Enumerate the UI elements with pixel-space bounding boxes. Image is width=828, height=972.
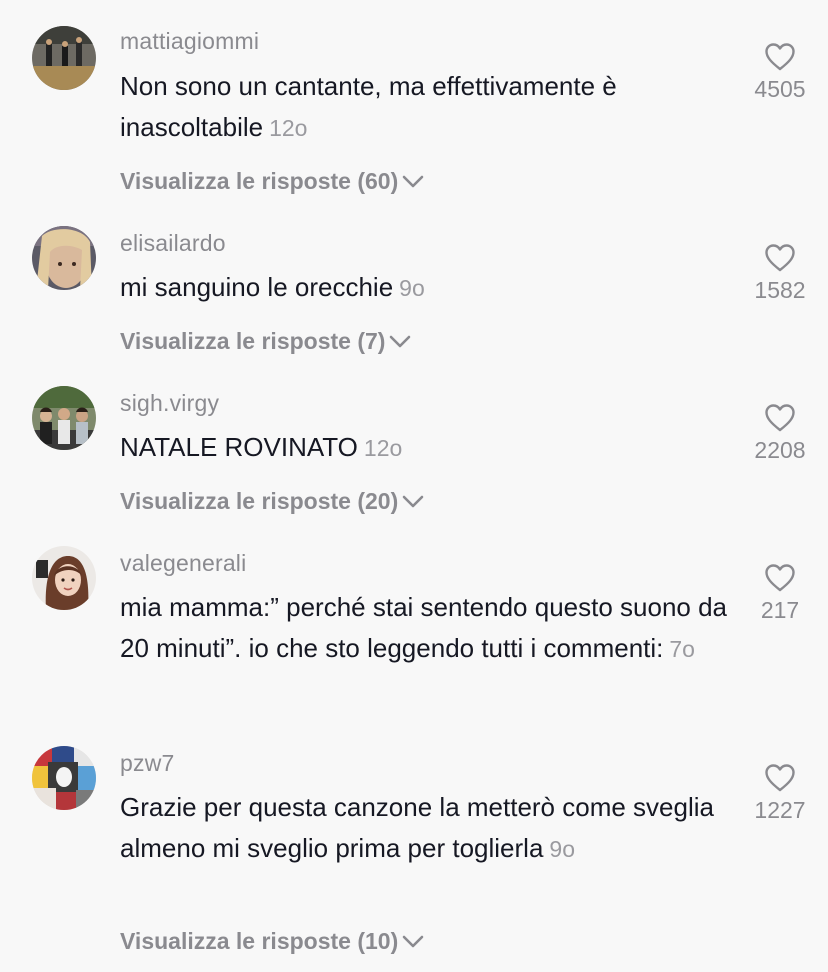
avatar[interactable] [32, 546, 96, 610]
comment-body: Grazie per questa canzone la metterò com… [120, 792, 714, 863]
avatar[interactable] [32, 226, 96, 290]
view-replies-button[interactable]: Visualizza le risposte (7) [120, 328, 411, 355]
comment-body: NATALE ROVINATO [120, 432, 358, 462]
like-button[interactable]: 2208 [740, 403, 820, 464]
heart-outline-icon [740, 403, 820, 433]
comment-text: Grazie per questa canzone la metterò com… [120, 787, 730, 870]
view-replies-label: Visualizza le risposte (10) [120, 928, 399, 954]
like-button[interactable]: 1582 [740, 243, 820, 304]
comment-timestamp: 12o [269, 115, 308, 141]
avatar[interactable] [32, 746, 96, 810]
comment-timestamp: 9o [399, 275, 425, 301]
like-count: 217 [760, 597, 800, 623]
comment-body: mi sanguino le orecchie [120, 272, 394, 302]
comment-text: NATALE ROVINATO 12o [120, 427, 730, 469]
comment-timestamp: 9o [549, 836, 575, 862]
avatar[interactable] [32, 386, 96, 450]
like-count: 2208 [754, 437, 806, 463]
comment-text: Non sono un cantante, ma effettivamente … [120, 66, 730, 149]
view-replies-label: Visualizza le risposte (7) [120, 328, 386, 354]
comment-timestamp: 7o [669, 636, 695, 662]
comment-text: mia mamma:” perché stai sentendo questo … [120, 587, 730, 670]
view-replies-button[interactable]: Visualizza le risposte (60) [120, 168, 424, 195]
comment-timestamp: 12o [363, 435, 403, 461]
comment-text: mi sanguino le orecchie 9o [120, 267, 730, 309]
chevron-down-icon [402, 928, 424, 955]
like-count: 4505 [754, 76, 806, 102]
view-replies-label: Visualizza le risposte (60) [120, 168, 399, 194]
heart-outline-icon [740, 243, 820, 273]
comment-username[interactable]: sigh.virgy [120, 390, 219, 417]
comment-username[interactable]: valegenerali [120, 550, 246, 577]
like-button[interactable]: 4505 [740, 42, 820, 103]
comment-body: Non sono un cantante, ma effettivamente … [120, 71, 617, 142]
heart-outline-icon [740, 763, 820, 793]
view-replies-label: Visualizza le risposte (20) [120, 488, 399, 514]
comment-body: mia mamma:” perché stai sentendo questo … [120, 592, 728, 663]
like-count: 1227 [754, 797, 806, 823]
comment-username[interactable]: pzw7 [120, 750, 175, 777]
like-button[interactable]: 1227 [740, 763, 820, 824]
heart-outline-icon [740, 563, 820, 593]
avatar[interactable] [32, 26, 96, 90]
heart-outline-icon [740, 42, 820, 72]
view-replies-button[interactable]: Visualizza le risposte (20) [120, 488, 424, 515]
like-button[interactable]: 217 [740, 563, 820, 624]
chevron-down-icon [402, 168, 424, 195]
view-replies-button[interactable]: Visualizza le risposte (10) [120, 928, 424, 955]
chevron-down-icon [402, 488, 424, 515]
chevron-down-icon [389, 328, 411, 355]
comment-username[interactable]: elisailardo [120, 230, 226, 257]
comment-username[interactable]: mattiagiommi [120, 28, 259, 55]
like-count: 1582 [754, 277, 806, 303]
